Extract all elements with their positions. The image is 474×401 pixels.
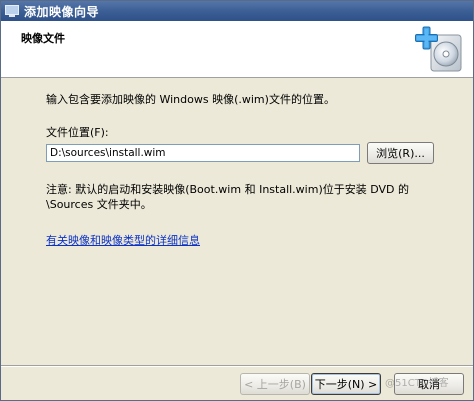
- instruction-text: 输入包含要添加映像的 Windows 映像(.wim)文件的位置。: [46, 93, 335, 106]
- wizard-header: 映像文件: [1, 21, 473, 78]
- back-button[interactable]: < 上一步(B): [240, 373, 310, 395]
- title-bar[interactable]: 添加映像向导: [1, 1, 473, 21]
- browse-button[interactable]: 浏览(R)...: [367, 142, 434, 164]
- note-line-1: 注意: 默认的启动和安装映像(Boot.wim 和 Install.wim)位于…: [46, 183, 410, 196]
- note-line-2: \Sources 文件夹中。: [46, 198, 152, 211]
- add-disc-icon: [415, 26, 462, 72]
- computer-icon: [4, 4, 20, 18]
- cancel-button[interactable]: 取消: [394, 373, 464, 395]
- window-title: 添加映像向导: [24, 4, 100, 19]
- info-link[interactable]: 有关映像和映像类型的详细信息: [46, 232, 200, 248]
- next-button[interactable]: 下一步(N) >: [311, 373, 381, 395]
- page-title: 映像文件: [21, 32, 65, 45]
- file-location-input[interactable]: [46, 144, 360, 162]
- file-location-label: 文件位置(F):: [46, 126, 109, 139]
- footer-divider: [1, 365, 473, 367]
- add-image-wizard-window: 添加映像向导 映像文件 输入包含要添加映像的 Windows 映像(.wim)文…: [0, 0, 474, 401]
